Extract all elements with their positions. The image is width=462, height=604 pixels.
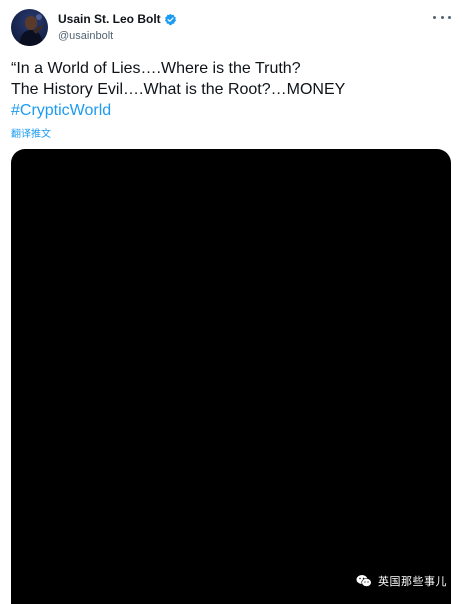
watermark: 英国那些事儿	[356, 572, 447, 590]
avatar-image	[19, 14, 43, 46]
hashtag-link[interactable]: #CrypticWorld	[11, 100, 451, 121]
tweet-text-line-2: The History Evil….What is the Root?…MONE…	[11, 81, 346, 98]
dot	[440, 15, 444, 19]
tweet-text: “In a World of Lies….Where is the Truth?…	[11, 58, 451, 121]
tweet-page: Usain St. Leo Bolt @usainbolt “In a Worl…	[0, 0, 462, 604]
translate-tweet-link[interactable]: 翻译推文	[11, 125, 51, 140]
more-options-icon[interactable]	[433, 12, 451, 22]
verified-badge-icon	[164, 13, 177, 26]
dot	[433, 15, 436, 19]
watermark-text: 英国那些事儿	[378, 575, 447, 588]
avatar[interactable]	[11, 9, 48, 46]
author-display-name[interactable]: Usain St. Leo Bolt	[58, 12, 161, 26]
author-handle[interactable]: @usainbolt	[58, 30, 113, 42]
dot	[448, 15, 451, 19]
tweet-header: Usain St. Leo Bolt @usainbolt	[0, 0, 462, 60]
wechat-icon	[356, 574, 372, 588]
tweet-text-line-1: “In a World of Lies….Where is the Truth?	[11, 60, 301, 77]
tweet-media[interactable]	[11, 149, 451, 604]
author-name-row: Usain St. Leo Bolt	[58, 11, 177, 27]
